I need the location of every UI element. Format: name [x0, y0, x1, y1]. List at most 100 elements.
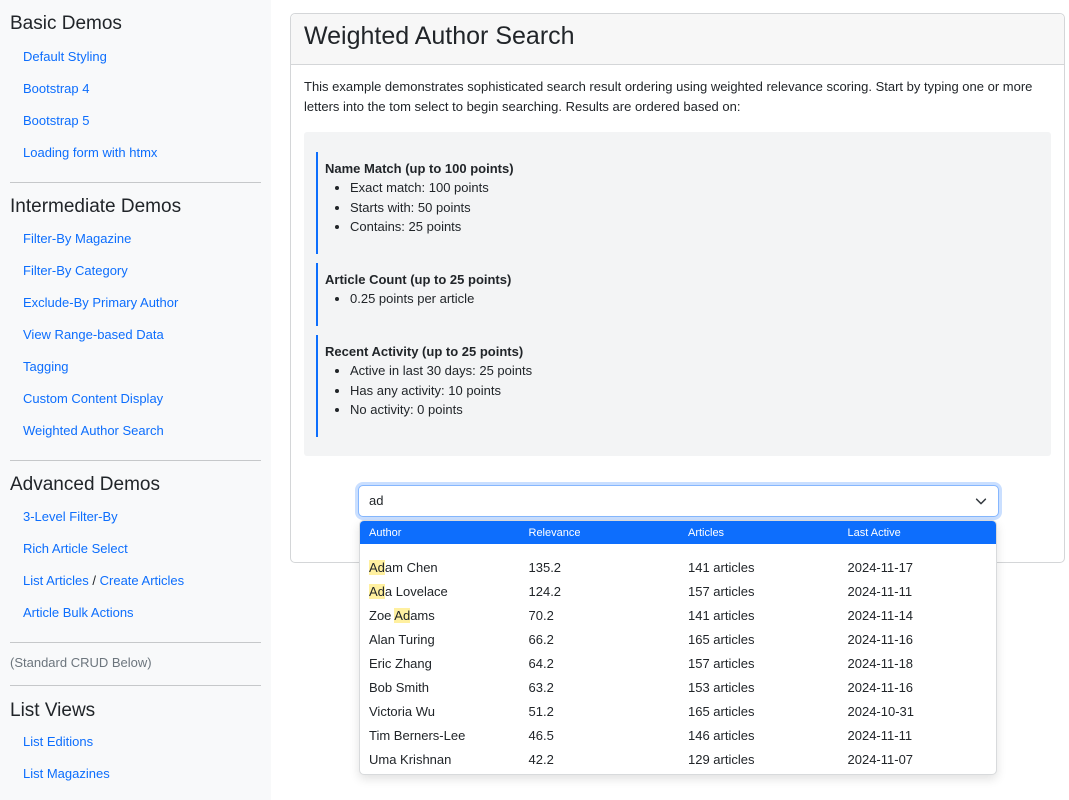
rule-name-match: Name Match (up to 100 points) Exact matc…: [316, 152, 816, 254]
result-articles: 153 articles: [688, 679, 755, 695]
sidebar-link-list-articles[interactable]: List Articles: [23, 573, 89, 588]
results-list: Adam Chen 135.2 141 articles 2024-11-17 Ada …: [360, 544, 996, 771]
result-option[interactable]: Adam Chen 135.2 141 articles 2024-11-17: [360, 555, 996, 579]
result-option[interactable]: Tim Berners-Lee 46.5 146 articles 2024-11-1…: [360, 723, 996, 747]
result-last-active: 2024-11-11: [847, 583, 913, 599]
sidebar-link-bootstrap-5[interactable]: Bootstrap 5: [10, 105, 261, 137]
result-author: Victoria Wu: [360, 704, 520, 719]
result-last-active: 2024-10-31: [847, 703, 915, 719]
sidebar-link-list-magazines[interactable]: List Magazines: [10, 758, 261, 790]
author-name-text: Victoria Wu: [369, 703, 435, 719]
author-name-text: Bob Smith: [369, 679, 429, 695]
result-relevance: 64.2: [528, 655, 554, 671]
rule-item: 0.25 points per article: [350, 289, 816, 309]
result-relevance: 124.2: [528, 583, 562, 599]
rule-title: Name Match (up to 100 points): [325, 161, 514, 176]
sidebar-link-rich-article-select[interactable]: Rich Article Select: [10, 533, 261, 565]
rule-recent-activity: Recent Activity (up to 25 points) Active…: [316, 335, 816, 437]
sidebar-crud-note: (Standard CRUD Below): [10, 655, 152, 670]
sidebar-link-filter-by-category[interactable]: Filter-By Category: [10, 255, 261, 287]
result-author: Bob Smith: [360, 680, 520, 695]
rule-article-count: Article Count (up to 25 points) 0.25 poi…: [316, 263, 816, 326]
result-last-active: 2024-11-11: [847, 727, 913, 743]
result-relevance: 63.2: [528, 679, 554, 695]
sidebar-link-create-articles[interactable]: Create Articles: [100, 573, 185, 588]
sidebar: Basic Demos Default Styling Bootstrap 4 …: [0, 0, 271, 800]
result-author: Alan Turing: [360, 632, 520, 647]
result-option[interactable]: Alan Turing 66.2 165 articles 2024-11-16: [360, 627, 996, 651]
match-highlight: Ad: [394, 607, 411, 623]
rule-item: Has any activity: 10 points: [350, 381, 816, 401]
author-search-select[interactable]: ad: [358, 485, 999, 517]
result-option[interactable]: Bob Smith 63.2 153 articles 2024-11-16: [360, 675, 996, 699]
column-header-author: Author: [369, 526, 402, 539]
search-input[interactable]: ad: [369, 486, 383, 516]
author-name-text: Eric Zhang: [369, 655, 432, 671]
result-author: Tim Berners-Lee: [360, 728, 520, 743]
result-author: Zoe Adams: [360, 607, 520, 623]
match-highlight: Ad: [369, 559, 385, 575]
intro-text: This example demonstrates sophisticated …: [304, 79, 1033, 114]
result-articles: 157 articles: [688, 583, 755, 599]
result-articles: 129 articles: [688, 751, 755, 767]
result-relevance: 42.2: [528, 751, 554, 767]
result-option[interactable]: Zoe Adams 70.2 141 articles 2024-11-14: [360, 603, 996, 627]
sidebar-divider: [10, 182, 261, 183]
result-option[interactable]: Victoria Wu 51.2 165 articles 2024-10-31: [360, 699, 996, 723]
result-last-active: 2024-11-17: [847, 559, 914, 575]
result-relevance: 135.2: [528, 559, 562, 575]
column-header-last-active: Last Active: [847, 526, 901, 539]
page-title: Weighted Author Search: [304, 22, 575, 50]
result-option[interactable]: Uma Krishnan 42.2 129 articles 2024-11-07: [360, 747, 996, 771]
sidebar-link-filter-by-magazine[interactable]: Filter-By Magazine: [10, 223, 261, 255]
author-name-text: am Chen: [384, 559, 438, 575]
chevron-down-icon[interactable]: [974, 494, 988, 508]
sidebar-link-3-level-filter-by[interactable]: 3-Level Filter-By: [10, 501, 261, 533]
result-relevance: 51.2: [528, 703, 554, 719]
author-name-text: a Lovelace: [384, 583, 448, 599]
rule-title: Recent Activity (up to 25 points): [325, 344, 524, 359]
result-articles: 141 articles: [688, 607, 755, 623]
sidebar-heading-list-views: List Views: [10, 700, 96, 721]
rule-title: Article Count (up to 25 points): [325, 272, 512, 287]
author-name-text: Uma Krishnan: [369, 751, 452, 767]
sidebar-link-tagging[interactable]: Tagging: [10, 351, 261, 383]
result-option[interactable]: Ada Lovelace 124.2 157 articles 2024-11-11: [360, 579, 996, 603]
rule-item: No activity: 0 points: [350, 400, 816, 420]
sidebar-link-weighted-author-search[interactable]: Weighted Author Search: [10, 415, 261, 447]
result-articles: 146 articles: [688, 727, 755, 743]
result-articles: 165 articles: [688, 631, 755, 647]
result-articles: 165 articles: [688, 703, 755, 719]
sidebar-link-exclude-by-primary-author[interactable]: Exclude-By Primary Author: [10, 287, 261, 319]
result-last-active: 2024-11-16: [847, 631, 914, 647]
result-articles: 141 articles: [688, 559, 755, 575]
sidebar-link-loading-form-htmx[interactable]: Loading form with htmx: [10, 137, 261, 169]
author-name-text: Zoe: [369, 607, 395, 623]
rule-item: Starts with: 50 points: [350, 198, 816, 218]
sidebar-combo-articles: List Articles / Create Articles: [10, 565, 261, 597]
result-last-active: 2024-11-18: [847, 655, 914, 671]
sidebar-heading-intermediate: Intermediate Demos: [10, 196, 182, 217]
match-highlight: Ad: [369, 583, 385, 599]
author-name-text: Alan Turing: [369, 631, 435, 647]
result-last-active: 2024-11-07: [847, 751, 914, 767]
sidebar-link-default-styling[interactable]: Default Styling: [10, 41, 261, 73]
scoring-rules-panel: Name Match (up to 100 points) Exact matc…: [304, 132, 1051, 456]
sidebar-link-custom-content-display[interactable]: Custom Content Display: [10, 383, 261, 415]
result-option[interactable]: Eric Zhang 64.2 157 articles 2024-11-18: [360, 651, 996, 675]
rule-item: Contains: 25 points: [350, 217, 816, 237]
sidebar-link-separator: /: [92, 573, 96, 588]
sidebar-link-list-editions[interactable]: List Editions: [10, 726, 261, 758]
author-name-text: ams: [410, 607, 435, 623]
result-relevance: 46.5: [528, 727, 554, 743]
result-last-active: 2024-11-14: [847, 607, 914, 623]
result-last-active: 2024-11-16: [847, 679, 914, 695]
column-header-relevance: Relevance: [528, 526, 581, 539]
search-results-dropdown: Author Relevance Articles Last Active Ad…: [359, 520, 997, 775]
sidebar-link-bootstrap-4[interactable]: Bootstrap 4: [10, 73, 261, 105]
result-relevance: 70.2: [528, 607, 554, 623]
sidebar-link-article-bulk-actions[interactable]: Article Bulk Actions: [10, 597, 261, 629]
sidebar-link-view-range-data[interactable]: View Range-based Data: [10, 319, 261, 351]
card-header: Weighted Author Search: [291, 14, 1064, 65]
rule-item: Exact match: 100 points: [350, 178, 816, 198]
